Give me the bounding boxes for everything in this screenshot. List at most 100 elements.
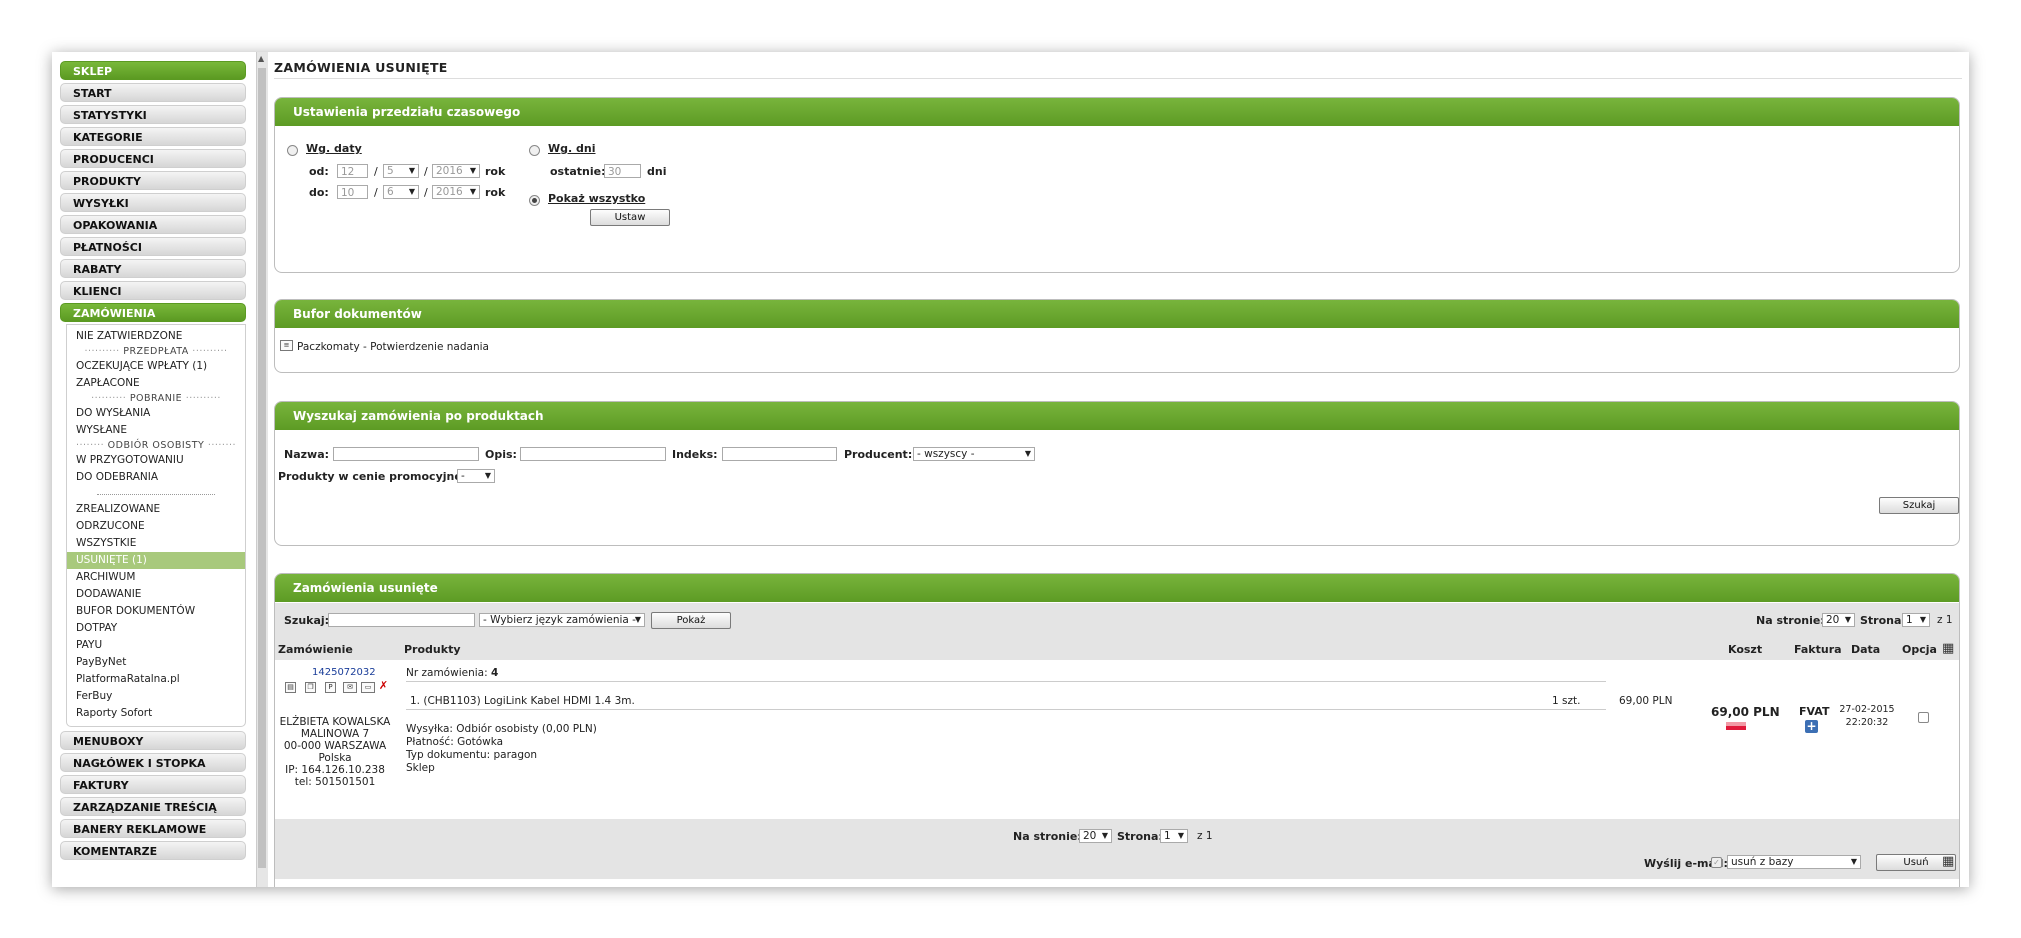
sub-platforma[interactable]: PlatformaRatalna.pl [67, 671, 245, 688]
order-select-checkbox[interactable] [1918, 712, 1929, 723]
sub-w-przygotowaniu[interactable]: W PRZYGOTOWANIU [67, 452, 245, 469]
menu-wysylki[interactable]: WYSYŁKI [60, 193, 246, 212]
orders-search-input[interactable] [328, 613, 475, 627]
set-button[interactable]: Ustaw [590, 209, 670, 226]
show-all-label[interactable]: Pokaż wszystko [548, 192, 645, 205]
customer-info: ELŻBIETA KOWALSKA MALINOWA 7 00-000 WARS… [275, 716, 395, 788]
menu-opakowania[interactable]: OPAKOWANIA [60, 215, 246, 234]
order-id-link[interactable]: 1425072032 [312, 667, 376, 678]
menu-naglowek[interactable]: NAGŁÓWEK I STOPKA [60, 753, 246, 772]
by-date-label[interactable]: Wg. daty [306, 142, 362, 155]
order-date-day: 27-02-2015 [1839, 704, 1895, 715]
scrollbar-thumb[interactable] [258, 68, 266, 868]
to-year-select[interactable]: 2016 ▼ [432, 185, 480, 199]
radio-by-days[interactable] [529, 145, 540, 156]
send-email-checkbox[interactable]: ✓ [1711, 857, 1722, 868]
from-year-select[interactable]: 2016 ▼ [432, 164, 480, 178]
order-date-time: 22:20:32 [1845, 717, 1889, 728]
deleted-orders-panel: Zamówienia usunięte Szukaj: - Wybierz ję… [274, 573, 1960, 887]
footer-per-page-select[interactable]: 20 ▼ [1079, 829, 1112, 843]
from-month-select[interactable]: 5 ▼ [383, 164, 419, 178]
radio-show-all[interactable] [529, 195, 540, 206]
desc-input[interactable] [520, 447, 666, 461]
sidebar-scrollbar[interactable]: ▲ [256, 52, 268, 887]
sub-oczekujace[interactable]: OCZEKUJĄCE WPŁATY (1) [67, 358, 245, 375]
qr-code-icon[interactable]: ▦ [1942, 855, 1955, 868]
index-input[interactable] [722, 447, 837, 461]
search-panel-header: Wyszukaj zamówienia po produktach [275, 402, 1959, 430]
promo-label: Produkty w cenie promocyjnej: [278, 470, 470, 483]
buffer-item-link[interactable]: Paczkomaty - Potwierdzenie nadania [297, 341, 489, 353]
sub-payu[interactable]: PAYU [67, 637, 245, 654]
menu-sklep[interactable]: SKLEP [60, 61, 246, 80]
menu-zamowienia[interactable]: ZAMÓWIENIA [60, 303, 246, 322]
bulk-action-select[interactable]: usuń z bazy ▼ [1727, 855, 1861, 869]
customer-name: ELŻBIETA KOWALSKA [279, 716, 391, 728]
sub-do-wyslania[interactable]: DO WYSŁANIA [67, 405, 245, 422]
sub-sofort[interactable]: Raporty Sofort [67, 705, 245, 722]
page-label: Strona: [1860, 614, 1906, 627]
col-cost: Koszt [1728, 643, 1763, 656]
orders-search-label: Szukaj: [284, 614, 330, 627]
sub-usuniete[interactable]: USUNIĘTE (1) [67, 552, 245, 569]
copy-icon[interactable]: ❐ [305, 682, 316, 693]
search-button[interactable]: Szukaj [1879, 497, 1959, 514]
from-day-input[interactable]: 12 [337, 164, 368, 178]
product-qty: 1 szt. [1552, 695, 1581, 707]
order-date: 27-02-2015 22:20:32 [1837, 703, 1897, 729]
sub-ferbuy[interactable]: FerBuy [67, 688, 245, 705]
sub-wszystkie[interactable]: WSZYSTKIE [67, 535, 245, 552]
menu-faktury[interactable]: FAKTURY [60, 775, 246, 794]
buffer-panel-header: Bufor dokumentów [275, 300, 1959, 328]
radio-by-date[interactable] [287, 145, 298, 156]
by-days-label[interactable]: Wg. dni [548, 142, 596, 155]
scroll-up-icon[interactable]: ▲ [258, 54, 264, 63]
menu-komentarze[interactable]: KOMENTARZE [60, 841, 246, 860]
sub-archiwum[interactable]: ARCHIWUM [67, 569, 245, 586]
menu-kategorie[interactable]: KATEGORIE [60, 127, 246, 146]
qr-code-icon[interactable]: ▦ [1942, 642, 1955, 655]
sub-do-odebrania[interactable]: DO ODEBRANIA [67, 469, 245, 486]
to-month-select[interactable]: 6 ▼ [383, 185, 419, 199]
menu-rabaty[interactable]: RABATY [60, 259, 246, 278]
page-select[interactable]: 1 ▼ [1902, 613, 1930, 627]
mail-icon[interactable]: ✉ [343, 682, 357, 693]
to-day-input[interactable]: 10 [337, 185, 368, 199]
menu-start[interactable]: START [60, 83, 246, 102]
customer-country: Polska [318, 752, 352, 764]
language-select[interactable]: - Wybierz język zamówienia - ▼ [479, 613, 645, 627]
sub-bufor[interactable]: BUFOR DOKUMENTÓW [67, 603, 245, 620]
per-page-select[interactable]: 20 ▼ [1822, 613, 1855, 627]
id-card-icon[interactable]: ▭ [361, 682, 375, 693]
menu-zarzadzanie[interactable]: ZARZĄDZANIE TREŚCIĄ [60, 797, 246, 816]
last-days-input[interactable]: 30 [604, 164, 641, 178]
sub-dodawanie[interactable]: DODAWANIE [67, 586, 245, 603]
print-icon[interactable]: ▤ [285, 682, 296, 693]
sub-wyslane[interactable]: WYSŁANE [67, 422, 245, 439]
menu-banery[interactable]: BANERY REKLAMOWE [60, 819, 246, 838]
orders-submenu: NIE ZATWIERDZONE ·········· PRZEDPŁATA ·… [66, 324, 246, 727]
menu-menuboxy[interactable]: MENUBOXY [60, 731, 246, 750]
promo-select[interactable]: - ▼ [457, 469, 495, 483]
producer-select[interactable]: - wszyscy - ▼ [913, 447, 1035, 461]
customer-ip: IP: 164.126.10.238 [285, 764, 385, 776]
menu-statystyki[interactable]: STATYSTYKI [60, 105, 246, 124]
name-input[interactable] [333, 447, 479, 461]
sep-pobranie: ·········· POBRANIE ·········· [91, 393, 221, 404]
product-divider [406, 709, 1606, 710]
footer-page-select[interactable]: 1 ▼ [1160, 829, 1188, 843]
sub-zaplacone[interactable]: ZAPŁACONE [67, 375, 245, 392]
menu-produkty[interactable]: PRODUKTY [60, 171, 246, 190]
menu-platnosci[interactable]: PŁATNOŚCI [60, 237, 246, 256]
sub-dotpay[interactable]: DOTPAY [67, 620, 245, 637]
show-button[interactable]: Pokaż [651, 612, 731, 629]
sub-paybynet[interactable]: PayByNet [67, 654, 245, 671]
sub-nie-zatwierdzone[interactable]: NIE ZATWIERDZONE [67, 328, 245, 345]
truck-delete-icon[interactable]: ✗ [378, 680, 389, 692]
menu-producenci[interactable]: PRODUCENCI [60, 149, 246, 168]
sub-odrzucone[interactable]: ODRZUCONE [67, 518, 245, 535]
add-invoice-icon[interactable]: + [1805, 720, 1818, 733]
menu-klienci[interactable]: KLIENCI [60, 281, 246, 300]
pdf-icon[interactable]: P [325, 682, 336, 693]
sub-zrealizowane[interactable]: ZREALIZOWANE [67, 501, 245, 518]
